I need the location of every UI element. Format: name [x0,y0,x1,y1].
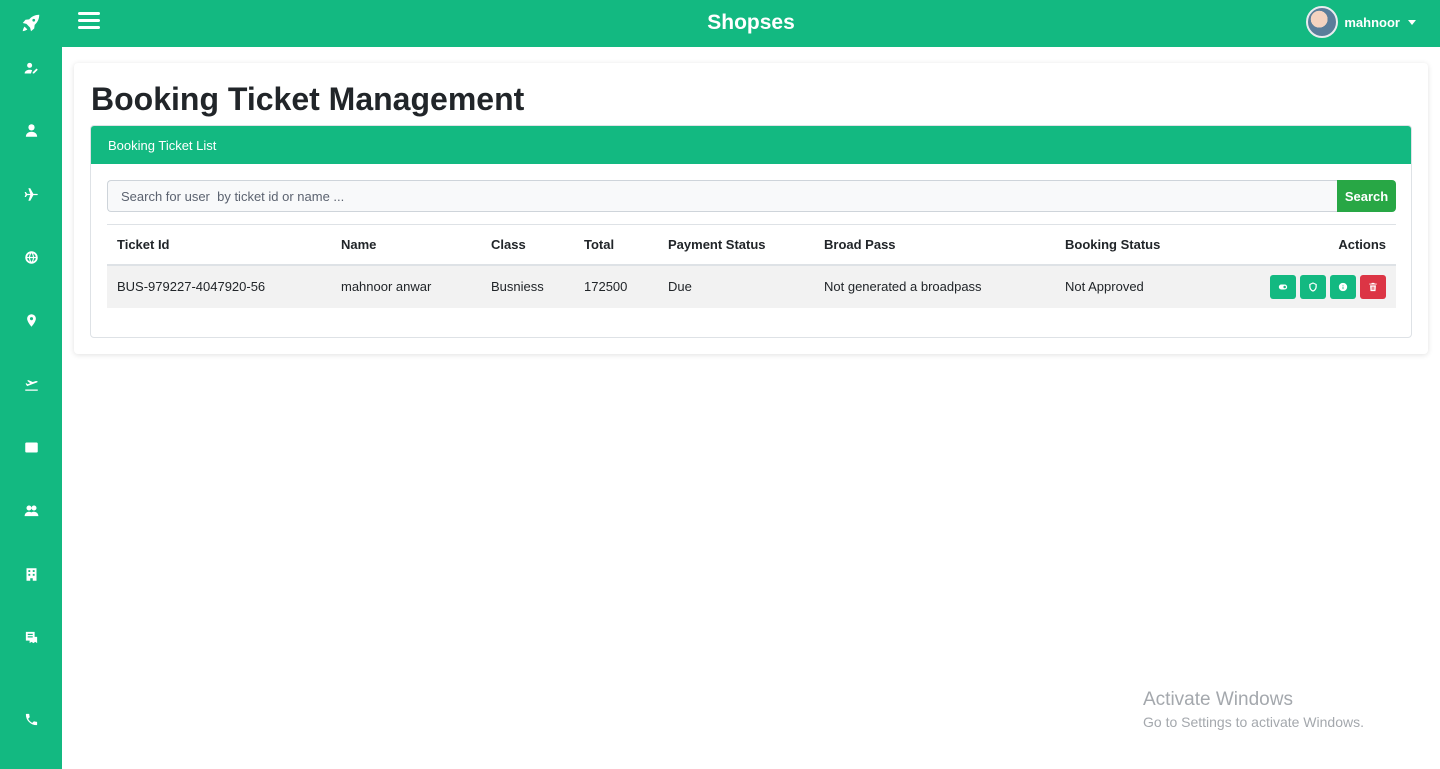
cell-name: mahnoor anwar [341,279,432,294]
cell-actions [1235,265,1396,308]
receipt-icon[interactable] [0,622,62,652]
envelope-icon[interactable] [0,432,62,462]
brand-title: Shopses [707,11,795,34]
content-card: Booking Ticket Management Booking Ticket… [74,63,1428,354]
watermark-subtitle: Go to Settings to activate Windows. [1143,714,1364,730]
col-ticket-id: Ticket Id [117,236,170,252]
windows-activation-watermark: Activate Windows Go to Settings to activ… [1143,689,1364,730]
table-row: BUS-979227-4047920-56 mahnoor anwar Busn… [107,264,1396,308]
cell-total: 172500 [584,279,628,294]
col-broad-pass: Broad Pass [824,236,896,252]
hamburger-menu-icon[interactable] [78,12,100,34]
building-icon[interactable] [0,559,62,589]
plane-departure-icon[interactable] [0,369,62,399]
toggle-icon [1278,284,1288,289]
search-input[interactable] [107,180,1337,212]
search-bar: Search [107,180,1396,212]
sidebar [0,0,62,769]
col-total: Total [584,236,615,252]
plane-icon[interactable] [0,179,62,209]
avatar [1306,6,1339,38]
search-button[interactable]: Search [1337,180,1396,212]
table-header-row: Ticket Id Name Class Total Payment Statu… [107,224,1396,265]
user-edit-icon[interactable] [0,53,62,83]
col-booking-status: Booking Status [1065,236,1161,252]
toggle-button[interactable] [1270,274,1296,299]
delete-button[interactable] [1360,274,1386,299]
col-actions: Actions [1338,236,1386,252]
page-title: Booking Ticket Management [91,81,525,117]
watermark-title: Activate Windows [1143,689,1293,710]
user-menu[interactable]: mahnoor [1306,6,1416,38]
user-name: mahnoor [1344,14,1400,30]
chevron-down-icon [1408,19,1416,25]
booking-table: Ticket Id Name Class Total Payment Statu… [107,224,1396,308]
globe-icon[interactable] [0,242,62,272]
cell-class: Busniess [491,279,544,294]
info-icon [1338,282,1348,291]
rocket-logo-icon[interactable] [0,0,62,46]
card-header: Booking Ticket List [91,126,1411,164]
top-navbar: Shopses mahnoor [62,0,1440,47]
cell-booking-status: Not Approved [1065,279,1144,294]
cell-ticket-id: BUS-979227-4047920-56 [117,279,266,294]
col-payment-status: Payment Status [668,236,766,252]
cell-payment-status: Due [668,279,692,294]
users-icon[interactable] [0,495,62,525]
location-pin-icon[interactable] [0,305,62,335]
col-name: Name [341,236,377,252]
approve-button[interactable] [1300,274,1326,299]
shield-icon [1309,281,1317,292]
trash-icon [1369,282,1377,291]
phone-icon[interactable] [0,704,62,734]
booking-ticket-list-card: Booking Ticket List Search Ticket Id Nam… [90,125,1412,338]
info-button[interactable] [1330,274,1356,299]
col-class: Class [491,236,526,252]
cell-broad-pass: Not generated a broadpass [824,279,982,294]
user-icon[interactable] [0,115,62,145]
